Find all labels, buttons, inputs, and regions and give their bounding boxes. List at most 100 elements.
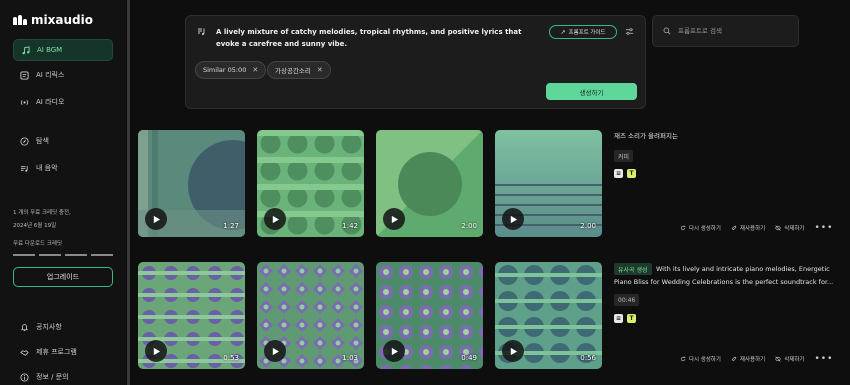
prompt-panel: A lively mixture of catchy melodies, tro… [185,15,646,109]
track-card[interactable]: 0:49 [376,262,483,369]
info-icon [20,372,29,382]
music-prompt-icon [198,28,205,36]
track-format-icons: ≡ T [614,314,636,323]
track-card[interactable]: 2:00 [495,130,602,237]
more-icon[interactable]: ••• [814,354,833,364]
credit-line-1: 1 개의 무료 크레딧 충전, [13,210,71,216]
bell-icon [21,323,28,331]
play-icon [272,215,279,223]
similar-badge: 유사곡 생성 [614,263,652,275]
nav-ai-lyrics[interactable]: AI 리릭스 [13,64,113,86]
nav-affiliate[interactable]: 제휴 프로그램 [13,341,113,363]
duration: 2:00 [461,222,477,230]
logo-mark-icon [13,15,27,25]
nav-label: AI 라디오 [36,98,65,106]
nav-explore[interactable]: 탐색 [13,130,113,152]
generate-button[interactable]: 생성하기 [546,83,637,100]
reuse-button[interactable]: 재사용하기 [731,355,765,363]
duration: 2:00 [580,222,596,230]
download-credits-label: 무료 다운로드 크레딧 [13,241,63,247]
my-music-icon [20,165,28,172]
play-button[interactable] [383,340,405,362]
upgrade-button[interactable]: 업그레이드 [13,267,113,287]
play-icon [272,347,279,355]
track-title[interactable]: 재즈 소리가 울려퍼지는 [614,130,678,142]
search-input[interactable] [678,27,788,35]
chip-label: 가상공간소리 [275,67,311,75]
play-button[interactable] [145,340,167,362]
radio-icon [20,99,29,105]
action-label: 삭제하기 [784,226,805,232]
external-link-icon: ↗ [560,29,566,36]
nav-label: AI 리릭스 [36,71,65,79]
sidebar-scrollbar[interactable] [127,0,130,385]
prompt-chip[interactable]: 가상공간소리 ✕ [267,61,331,79]
regenerate-button[interactable]: 다시 생성하기 [680,355,721,363]
track-card[interactable]: 1:42 [257,130,364,237]
play-button[interactable] [145,208,167,230]
credit-info: 1 개의 무료 크레딧 충전, 2024년 6월 19일 [13,209,71,231]
track-actions: 다시 생성하기 재사용하기 삭제하기 ••• [680,354,833,364]
prompt-guide-button[interactable]: ↗ 프롬프트 가이드 [549,25,617,39]
logo[interactable]: mixaudio [13,13,93,27]
nav-my-music[interactable]: 내 음악 [13,157,113,179]
nav-label: 내 음악 [36,164,58,172]
nav-ai-bgm[interactable]: AI BGM [13,39,113,61]
nav-info[interactable]: 정보 / 문의 [13,366,113,385]
reuse-icon [731,225,736,231]
brand-name: mixaudio [31,13,93,27]
settings-sliders-icon[interactable] [625,27,634,36]
play-icon [510,347,517,355]
play-button[interactable] [264,208,286,230]
play-icon [391,215,398,223]
handshake-icon [20,349,29,356]
regenerate-button[interactable]: 다시 생성하기 [680,224,721,232]
reuse-button[interactable]: 재사용하기 [731,224,765,232]
track-card[interactable]: 2:00 [376,130,483,237]
play-button[interactable] [383,208,405,230]
delete-button[interactable]: 삭제하기 [775,224,804,232]
app: mixaudio AI BGM AI 리릭스 AI 라디오 탐색 내 음악 1 … [0,0,850,385]
play-button[interactable] [502,208,524,230]
action-label: 삭제하기 [784,357,805,363]
nav-label: 제휴 프로그램 [36,348,77,356]
sidebar: mixaudio AI BGM AI 리릭스 AI 라디오 탐색 내 음악 1 … [0,0,126,385]
track-card[interactable]: 1:27 [138,130,245,237]
reuse-icon [731,356,736,362]
more-icon[interactable]: ••• [814,223,833,233]
refresh-icon [680,356,686,362]
nav-ai-radio[interactable]: AI 라디오 [13,91,113,113]
action-label: 재사용하기 [739,357,766,363]
music-note-icon [22,45,30,54]
play-icon [510,215,517,223]
nav-label: 공지사항 [36,323,62,331]
track-card[interactable]: 1:03 [257,262,364,369]
track-title-cont[interactable]: Piano Bliss for Wedding Celebrations is … [614,276,833,288]
lyrics-badge-icon: ≡ [614,169,623,178]
track-card[interactable]: 0:53 [138,262,245,369]
search-box[interactable] [652,15,799,47]
search-icon [663,27,671,35]
duration: 0:53 [223,354,239,362]
credit-progress [13,254,113,256]
track-title[interactable]: With its lively and intricate piano melo… [656,263,830,275]
play-icon [391,347,398,355]
nav-notice[interactable]: 공지사항 [13,316,113,338]
credit-line-2: 2024년 6월 19일 [13,223,57,229]
hide-icon [775,225,781,231]
refresh-icon [680,225,686,231]
action-label: 재사용하기 [739,226,766,232]
play-button[interactable] [264,340,286,362]
chip-label: Similar 05:00 [203,66,247,74]
close-icon[interactable]: ✕ [252,66,258,74]
track-card[interactable]: 0:56 [495,262,602,369]
play-button[interactable] [502,340,524,362]
close-icon[interactable]: ✕ [317,66,323,74]
duration: 1:42 [342,222,358,230]
prompt-chip[interactable]: Similar 05:00 ✕ [195,61,267,79]
delete-button[interactable]: 삭제하기 [775,355,804,363]
play-icon [153,215,160,223]
prompt-guide-label: 프롬프트 가이드 [568,30,606,36]
track-format-icons: ≡ T [614,169,636,178]
prompt-text[interactable]: A lively mixture of catchy melodies, tro… [216,26,541,50]
